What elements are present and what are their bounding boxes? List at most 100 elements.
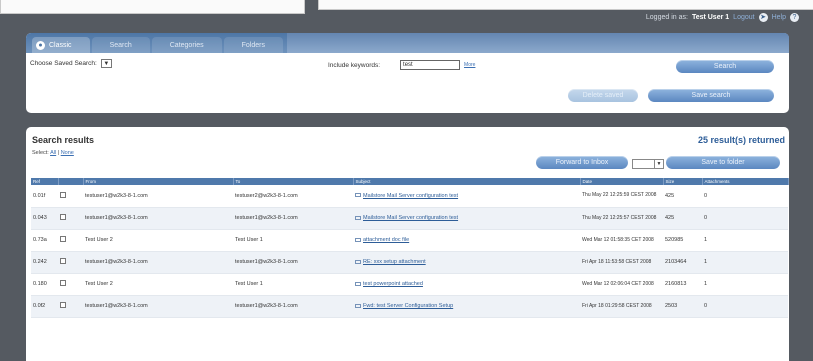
col-date[interactable]: Date [580,178,664,185]
envelope-icon [355,215,361,220]
table-row[interactable]: 0.043 testuser1@w2k3-8-1.com testuser1@w… [31,207,788,230]
logout-link[interactable]: Logout [733,14,754,21]
cell-date: Thu May 22 12:25:57 CEST 2008 [580,207,663,230]
col-attachments[interactable]: Attachments [702,178,789,185]
chevron-down-icon: ▼ [103,60,110,67]
folder-select[interactable]: ▼ [632,159,664,169]
row-checkbox-cell [58,185,83,208]
tab-classic[interactable]: ● Classic [32,37,90,53]
envelope-icon [355,303,361,308]
table-row[interactable]: 0.180 Test User 2 Test User 1 test power… [31,273,788,296]
save-search-button[interactable]: Save search [648,89,774,102]
cell-attachments: 1 [702,251,788,274]
cell-date: Wed Mar 12 01:58:35 CET 2008 [580,229,663,252]
cell-size: 2503 [663,295,702,318]
row-checkbox-cell [58,273,83,296]
table-row[interactable]: 0.01f testuser1@w2k3-8-1.com testuser2@w… [31,185,788,208]
col-size[interactable]: Size [663,178,703,185]
row-checkbox[interactable] [60,258,66,264]
results-table: Ref From To Subject Date Size Attachment… [31,178,789,318]
keyword-row: Include keywords: test More [328,60,475,70]
cell-attachments: 0 [702,185,788,208]
table-row[interactable]: 0.73a Test User 2 Test User 1 attachment… [31,229,788,252]
results-title: Search results [32,135,95,145]
cell-subject: test powerpoint attached [353,273,580,296]
keyword-label: Include keywords: [328,61,381,69]
cell-to: testuser1@w2k3-8-1.com [233,295,353,318]
row-checkbox[interactable] [60,214,66,220]
saved-search-select[interactable]: ▼ [100,59,112,68]
cell-from: testuser1@w2k3-8-1.com [83,207,233,230]
col-select [58,178,84,185]
cell-subject: attachment doc file [353,229,580,252]
cell-to: Test User 1 [233,273,353,296]
logout-icon[interactable]: ➤ [758,13,768,22]
tab-folders[interactable]: Folders [223,37,283,53]
saved-search-row: Choose Saved Search: ▼ [30,59,112,68]
cell-from: testuser1@w2k3-8-1.com [83,185,233,208]
tab-categories[interactable]: Categories [151,37,222,53]
select-all-link[interactable]: All [50,150,56,156]
envelope-icon [355,193,361,198]
more-options-link[interactable]: More [464,62,475,68]
row-checkbox[interactable] [60,280,66,286]
row-checkbox[interactable] [60,191,66,198]
keyword-input[interactable]: test [400,60,461,70]
search-panel: ● Classic Search Categories Folders Choo… [26,33,789,113]
cell-size: 425 [663,207,702,230]
cell-from: testuser1@w2k3-8-1.com [83,251,233,274]
col-to[interactable]: To [233,178,354,185]
search-tabs: ● Classic Search Categories Folders [26,33,789,53]
cell-ref: 0.043 [31,207,58,230]
cell-ref: 0.180 [31,273,58,296]
cell-size: 2103464 [663,251,702,274]
help-link[interactable]: Help [772,14,786,21]
help-icon[interactable]: ? [790,13,799,22]
row-checkbox[interactable] [60,236,66,242]
table-row[interactable]: 0.0f2 testuser1@w2k3-8-1.com testuser1@w… [31,295,788,318]
cell-subject: Fwd: test Server Configuration Setup [353,295,580,318]
select-label: Select: [32,150,49,156]
select-none-link[interactable]: None [61,150,74,156]
cell-to: testuser1@w2k3-8-1.com [233,207,353,230]
cell-attachments: 0 [702,295,788,318]
cell-ref: 0.01f [31,185,58,208]
subject-link[interactable]: Fwd: test Server Configuration Setup [363,303,453,309]
col-ref[interactable]: Ref [31,178,59,185]
search-button[interactable]: Search [676,60,774,73]
cell-from: Test User 2 [83,273,233,296]
cell-attachments: 1 [702,229,788,252]
row-checkbox[interactable] [60,302,66,308]
cell-size: 2160813 [663,273,702,296]
classic-tab-icon: ● [36,40,45,50]
envelope-icon [355,259,361,264]
cell-to: Test User 1 [233,229,353,252]
col-from[interactable]: From [83,178,234,185]
table-row[interactable]: 0.242 testuser1@w2k3-8-1.com testuser1@w… [31,251,788,274]
tab-label: Search [109,41,132,49]
row-checkbox-cell [58,295,83,318]
top-right-panel [318,0,813,10]
tabstrip-background [286,33,789,53]
envelope-icon [355,237,361,242]
forward-to-inbox-button[interactable]: Forward to Inbox [536,156,628,169]
cell-ref: 0.0f2 [31,295,58,318]
cell-size: 425 [663,185,702,208]
subject-link[interactable]: attachment doc file [363,237,409,243]
row-checkbox-cell [58,207,83,230]
tab-search[interactable]: Search [91,37,150,53]
save-to-folder-button[interactable]: Save to folder [666,156,780,169]
envelope-icon [355,281,361,286]
subject-link[interactable]: Mailstore Mail Server configuration test [363,215,458,221]
cell-attachments: 0 [702,207,788,230]
cell-attachments: 1 [702,273,788,296]
subject-link[interactable]: RE: xxx setup attachment [363,259,426,265]
subject-link[interactable]: Mailstore Mail Server configuration test [363,193,458,199]
subject-link[interactable]: test powerpoint attached [363,281,423,287]
delete-saved-search-button[interactable]: Delete saved [568,89,638,102]
cell-date: Fri Apr 18 11:53:58 CEST 2008 [580,251,663,274]
col-subject[interactable]: Subject [353,178,581,185]
select-controls: Select: All | None [32,150,74,156]
cell-subject: Mailstore Mail Server configuration test [353,185,580,208]
username: Test User 1 [691,14,730,21]
